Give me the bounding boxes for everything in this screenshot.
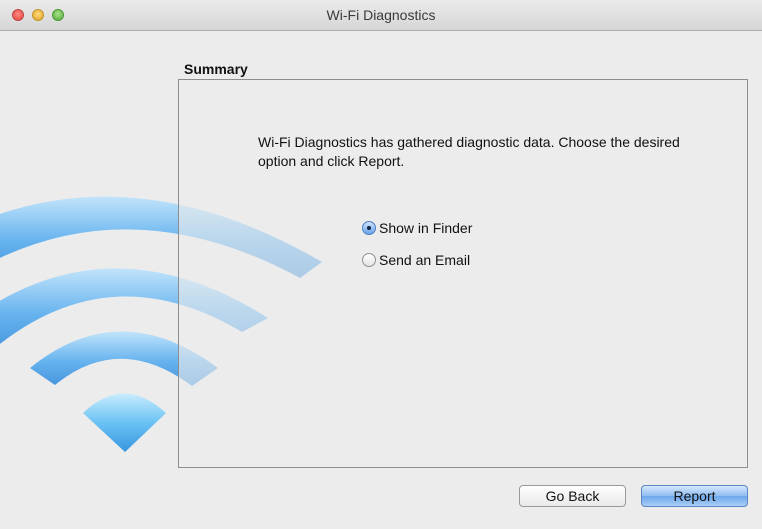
wifi-diagnostics-window: Wi-Fi Diagnostics Summary Wi-Fi Diagnost… [0, 0, 762, 529]
show-in-finder-label: Show in Finder [379, 220, 473, 236]
radio-button-unselected[interactable] [362, 253, 376, 267]
go-back-button[interactable]: Go Back [519, 485, 626, 507]
summary-message: Wi-Fi Diagnostics has gathered diagnosti… [258, 134, 680, 169]
title-bar: Wi-Fi Diagnostics [0, 0, 762, 31]
summary-panel: Wi-Fi Diagnostics has gathered diagnosti… [178, 79, 748, 468]
show-in-finder-option[interactable]: Show in Finder [362, 220, 472, 236]
radio-button-selected[interactable] [362, 221, 376, 235]
report-button[interactable]: Report [641, 485, 748, 507]
send-an-email-label: Send an Email [379, 252, 471, 268]
window-title: Wi-Fi Diagnostics [326, 7, 436, 23]
send-an-email-option[interactable]: Send an Email [362, 252, 470, 268]
summary-heading: Summary [184, 61, 248, 77]
